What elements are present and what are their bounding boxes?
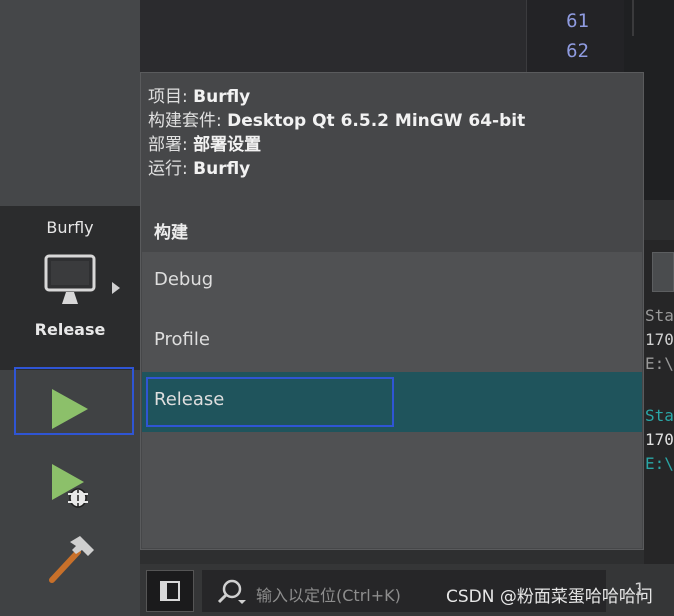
kit-project-name: Burfly [46, 218, 94, 237]
build-item-profile[interactable]: Profile [142, 312, 642, 372]
status-number: 1 [634, 580, 645, 600]
output-line: Starting [645, 406, 674, 425]
toggle-sidebar-button[interactable] [146, 570, 194, 612]
output-tab[interactable] [652, 252, 674, 292]
build-section-title: 构建 [154, 223, 188, 243]
info-kit: 构建套件: Desktop Qt 6.5.2 MinGW 64-bit [148, 111, 526, 131]
monitor-icon [44, 254, 96, 304]
focus-outline [146, 377, 394, 427]
kit-build-type: Release [34, 320, 106, 339]
info-project: 项目: Burfly [148, 87, 251, 107]
search-icon [217, 579, 246, 604]
hammer-icon[interactable] [46, 534, 96, 584]
line-number: 62 [566, 40, 589, 62]
locator-placeholder: 输入以定位(Ctrl+K) [256, 586, 401, 605]
sidebar-mode-area [0, 0, 140, 206]
debug-run-icon[interactable] [50, 462, 92, 510]
line-number: 61 [566, 10, 589, 32]
output-line: Starting [645, 306, 674, 325]
sidebar-toggle-icon [160, 581, 180, 601]
output-line: 1700 [645, 430, 674, 449]
info-deploy: 部署: 部署设置 [148, 135, 262, 155]
build-item-debug[interactable]: Debug [142, 252, 642, 312]
watermark-text: CSDN @粉面菜蛋哈哈哈问 [446, 587, 653, 607]
output-line: E:\ [645, 454, 674, 473]
output-line: 1700 [645, 330, 674, 349]
info-run: 运行: Burfly [148, 159, 251, 179]
line-number-gutter: 61 62 [526, 0, 625, 72]
kit-arrow-icon [112, 282, 120, 294]
output-line: E:\ [645, 354, 674, 373]
run-icon[interactable] [50, 387, 90, 431]
divider [632, 0, 634, 36]
